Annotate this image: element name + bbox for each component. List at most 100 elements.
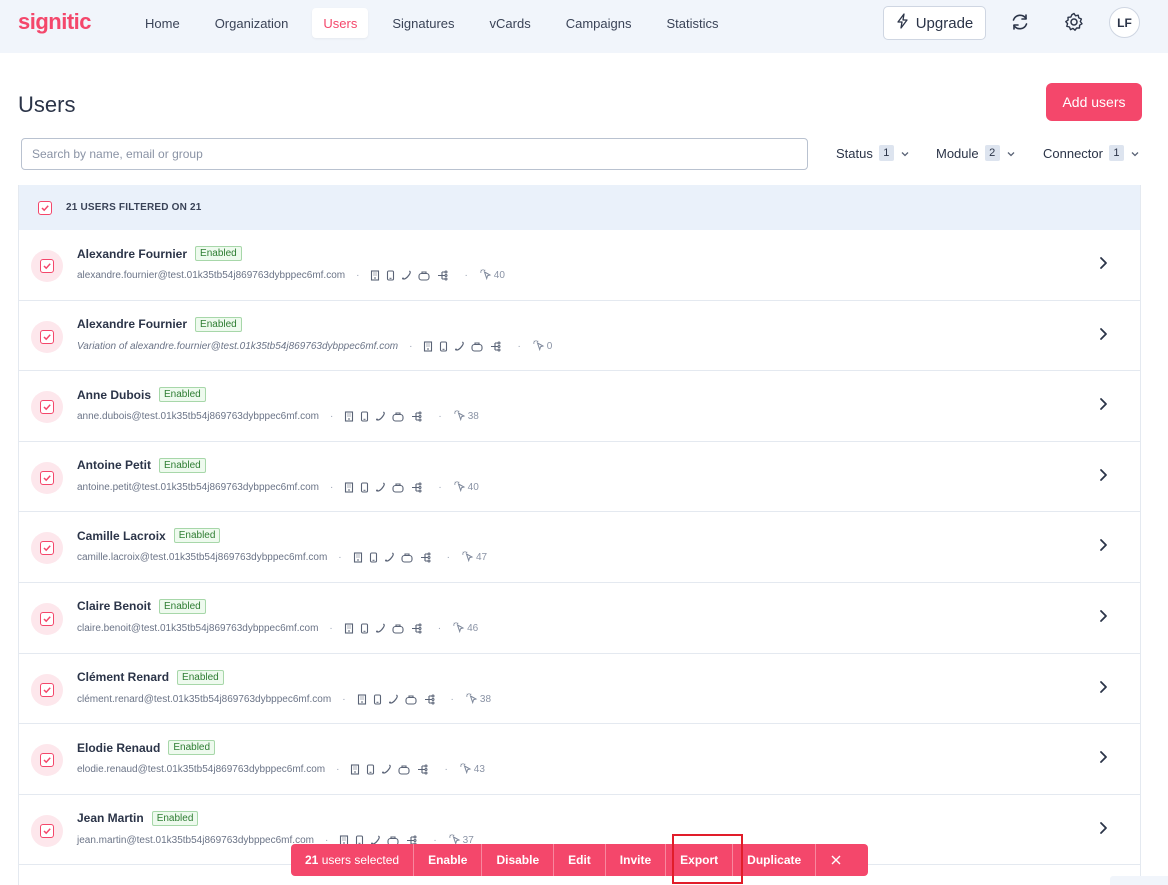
separator-dot: ·: [336, 764, 340, 776]
chevron-right-icon[interactable]: [1098, 609, 1108, 628]
selection-count-number: 21: [305, 853, 319, 867]
connector-filter[interactable]: Connector 1: [1043, 145, 1140, 161]
module-icons: [370, 270, 448, 281]
row-checkbox-wrapper[interactable]: [31, 744, 63, 777]
chevron-right-icon[interactable]: [1098, 750, 1108, 769]
user-details-line: elodie.renaud@test.01k35tb54j869763dybpp…: [77, 762, 485, 777]
user-row[interactable]: Clément Renard Enabled clément.renard@te…: [19, 654, 1140, 725]
row-checkbox[interactable]: [40, 823, 54, 838]
module-icons: [357, 694, 435, 705]
add-users-button[interactable]: Add users: [1046, 83, 1142, 121]
status-filter[interactable]: Status 1: [836, 145, 910, 161]
close-icon[interactable]: [816, 844, 856, 876]
chevron-right-icon[interactable]: [1098, 468, 1108, 487]
chevron-right-icon[interactable]: [1098, 538, 1108, 557]
user-details-line: camille.lacroix@test.01k35tb54j869763dyb…: [77, 550, 487, 565]
chevron-right-icon[interactable]: [1098, 821, 1108, 840]
signitic-logo[interactable]: signitic: [18, 9, 92, 35]
row-checkbox[interactable]: [40, 753, 54, 768]
gear-icon[interactable]: [1063, 11, 1085, 33]
chevron-right-icon[interactable]: [1098, 327, 1108, 346]
enable-button[interactable]: Enable: [414, 844, 483, 876]
row-checkbox-wrapper[interactable]: [31, 602, 63, 635]
row-checkbox-wrapper[interactable]: [31, 391, 63, 424]
export-button[interactable]: Export: [666, 844, 734, 876]
org-tree-icon: [419, 552, 431, 563]
user-email: antoine.petit@test.01k35tb54j869763dybpp…: [77, 481, 319, 493]
upgrade-button[interactable]: Upgrade: [883, 6, 986, 40]
duplicate-button[interactable]: Duplicate: [733, 844, 817, 876]
row-checkbox[interactable]: [40, 400, 54, 415]
nav-organization[interactable]: Organization: [204, 8, 300, 38]
row-checkbox-wrapper[interactable]: [31, 814, 63, 847]
clicks-value: 47: [475, 552, 488, 564]
module-filter[interactable]: Module 2: [936, 145, 1016, 161]
row-checkbox[interactable]: [40, 259, 54, 273]
page-title: Users: [18, 92, 76, 117]
separator-dot: ·: [438, 481, 442, 493]
chevron-right-icon[interactable]: [1098, 256, 1108, 275]
module-icons: [423, 341, 501, 352]
nav-vcards[interactable]: vCards: [479, 8, 542, 38]
building-icon: [344, 482, 354, 493]
row-checkbox[interactable]: [40, 541, 54, 556]
search-input[interactable]: [21, 138, 808, 170]
status-badge: Enabled: [159, 598, 206, 614]
clicks-count: 38: [465, 692, 491, 707]
select-all-checkbox[interactable]: [38, 200, 52, 215]
phone-icon: [375, 482, 386, 493]
row-checkbox[interactable]: [40, 329, 54, 344]
briefcase-icon: [471, 341, 483, 352]
user-avatar[interactable]: LF: [1109, 7, 1140, 38]
status-badge: Enabled: [159, 457, 206, 473]
module-filter-count: 2: [984, 145, 1000, 161]
user-row[interactable]: Camille Lacroix Enabled camille.lacroix@…: [19, 512, 1140, 583]
nav-home[interactable]: Home: [134, 8, 191, 38]
user-name-line: Alexandre Fournier Enabled: [77, 246, 242, 261]
clicks-value: 40: [467, 481, 479, 493]
mobile-icon: [373, 694, 382, 705]
invite-button[interactable]: Invite: [606, 844, 667, 876]
row-checkbox[interactable]: [40, 682, 54, 697]
clicks-count: 0: [532, 339, 552, 354]
selection-count: 21 users selected: [291, 844, 415, 876]
user-row[interactable]: Alexandre Fournier Enabled Variation of …: [19, 301, 1140, 372]
row-checkbox[interactable]: [40, 611, 54, 626]
chevron-right-icon[interactable]: [1098, 680, 1108, 699]
nav-statistics[interactable]: Statistics: [655, 8, 729, 38]
building-icon: [350, 764, 360, 775]
disable-button[interactable]: Disable: [482, 844, 555, 876]
user-row[interactable]: Alexandre Fournier Enabled alexandre.fou…: [19, 230, 1140, 301]
clicks-value: 38: [479, 693, 492, 705]
user-row[interactable]: Anne Dubois Enabled anne.dubois@test.01k…: [19, 371, 1140, 442]
click-icon: [465, 692, 478, 707]
edit-button[interactable]: Edit: [554, 844, 606, 876]
user-name-line: Camille Lacroix Enabled: [77, 528, 221, 544]
sync-icon[interactable]: [1009, 11, 1031, 33]
user-details-line: clément.renard@test.01k35tb54j869763dybp…: [77, 692, 491, 707]
chevron-right-icon[interactable]: [1098, 397, 1108, 416]
row-checkbox-wrapper[interactable]: [31, 673, 63, 706]
row-checkbox-wrapper[interactable]: [31, 461, 63, 494]
row-checkbox-wrapper[interactable]: [31, 250, 63, 282]
mobile-icon: [369, 552, 378, 563]
module-icons: [350, 764, 428, 775]
phone-icon: [384, 552, 395, 563]
nav-campaigns[interactable]: Campaigns: [555, 8, 643, 38]
nav-signatures[interactable]: Signatures: [381, 8, 465, 38]
row-checkbox-wrapper[interactable]: [31, 532, 63, 565]
click-icon: [532, 339, 545, 354]
click-icon: [453, 480, 466, 495]
row-checkbox[interactable]: [40, 470, 54, 485]
row-checkbox-wrapper[interactable]: [31, 320, 63, 353]
nav-users[interactable]: Users: [312, 8, 369, 38]
org-tree-icon: [489, 341, 501, 352]
phone-icon: [381, 764, 392, 775]
separator-dot: ·: [450, 693, 454, 705]
user-row[interactable]: Antoine Petit Enabled antoine.petit@test…: [19, 442, 1140, 513]
user-row[interactable]: Claire Benoit Enabled claire.benoit@test…: [19, 583, 1140, 654]
user-row[interactable]: Elodie Renaud Enabled elodie.renaud@test…: [19, 724, 1140, 795]
separator-dot: ·: [338, 552, 342, 564]
briefcase-icon: [404, 694, 417, 705]
clicks-count: 40: [453, 480, 479, 495]
